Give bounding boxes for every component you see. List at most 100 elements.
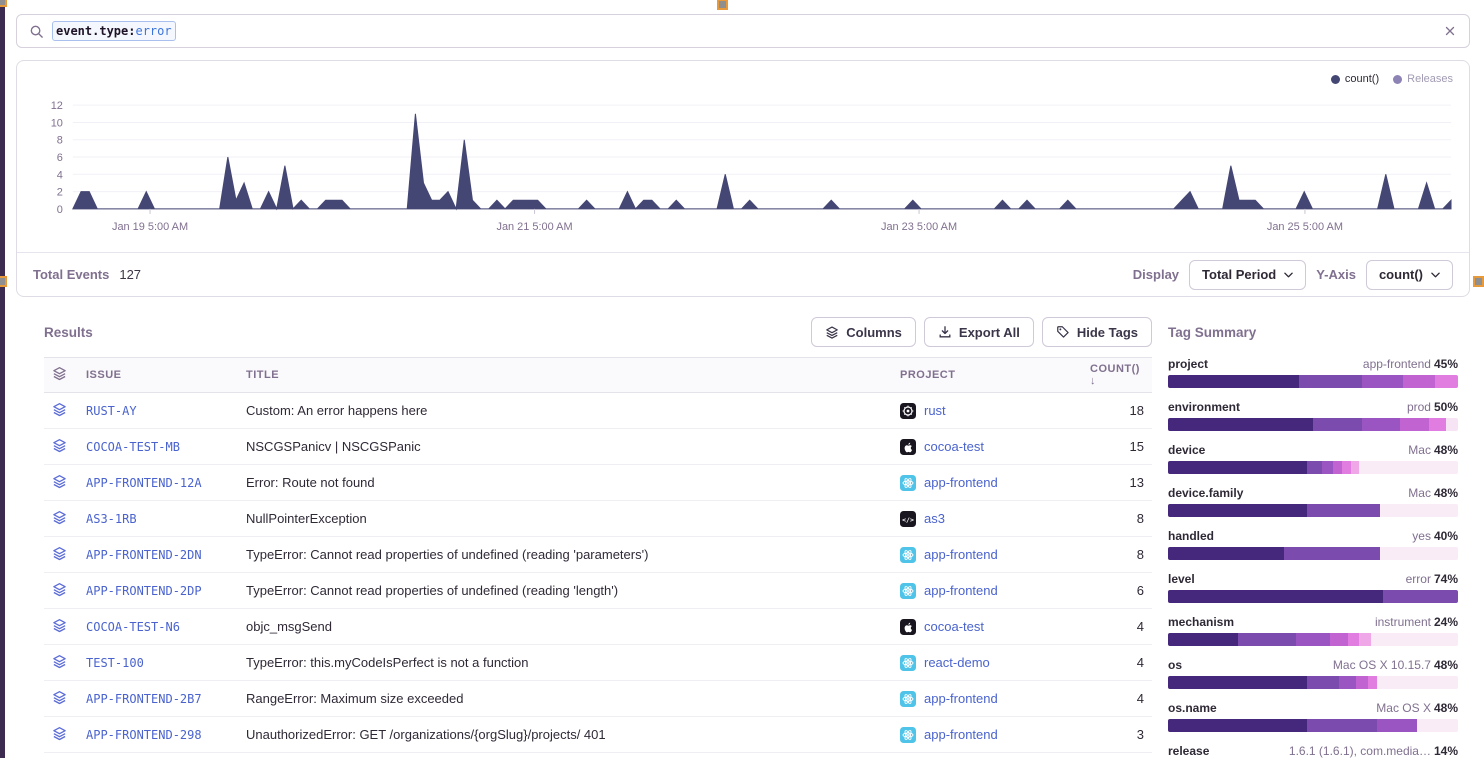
tag-bar-segment[interactable] [1168, 719, 1307, 732]
issue-stack-icon [52, 474, 67, 489]
legend-item[interactable]: Releases [1393, 73, 1453, 85]
tag-distribution-bar[interactable] [1168, 676, 1458, 689]
tag-bar-segment[interactable] [1296, 633, 1331, 646]
search-query-token[interactable]: event.type:error [52, 21, 176, 41]
tag-bar-segment[interactable] [1330, 633, 1347, 646]
issue-link[interactable]: APP-FRONTEND-298 [86, 728, 202, 742]
tag-bar-segment[interactable] [1380, 504, 1458, 517]
tag-bar-segment[interactable] [1371, 633, 1458, 646]
tag-bar-segment[interactable] [1307, 676, 1339, 689]
tag-bar-segment[interactable] [1322, 461, 1334, 474]
tag-bar-segment[interactable] [1417, 719, 1458, 732]
issue-stack-icon [52, 582, 67, 597]
tag-bar-segment[interactable] [1307, 504, 1380, 517]
tag-bar-segment[interactable] [1168, 461, 1307, 474]
issue-link[interactable]: AS3-1RB [86, 512, 137, 526]
tag-bar-segment[interactable] [1168, 547, 1284, 560]
selection-handle-left-middle[interactable] [0, 276, 7, 287]
tag-bar-segment[interactable] [1168, 504, 1307, 517]
yaxis-label: Y-Axis [1316, 267, 1356, 282]
tag-bar-segment[interactable] [1446, 418, 1458, 431]
tag-bar-segment[interactable] [1359, 461, 1458, 474]
tag-bar-segment[interactable] [1168, 633, 1238, 646]
tag-distribution-bar[interactable] [1168, 633, 1458, 646]
tag-distribution-bar[interactable] [1168, 547, 1458, 560]
react-icon [900, 583, 916, 599]
tag-bar-segment[interactable] [1400, 418, 1429, 431]
column-header-title[interactable]: TITLE [238, 357, 892, 393]
project-link[interactable]: app-frontend [924, 547, 998, 562]
project-link[interactable]: cocoa-test [924, 619, 984, 634]
tag-percent: 40% [1434, 529, 1458, 543]
search-bar[interactable]: event.type:error [16, 14, 1470, 48]
tag-bar-segment[interactable] [1429, 418, 1446, 431]
tag-bar-segment[interactable] [1299, 375, 1363, 388]
tag-bar-segment[interactable] [1168, 375, 1299, 388]
tag-distribution-bar[interactable] [1168, 461, 1458, 474]
tag-bar-segment[interactable] [1356, 676, 1368, 689]
selection-handle-right-middle[interactable] [1473, 276, 1484, 287]
column-header-project[interactable]: PROJECT [892, 357, 1082, 393]
issue-link[interactable]: APP-FRONTEND-2B7 [86, 692, 202, 706]
legend-item[interactable]: count() [1331, 73, 1379, 85]
issue-link[interactable]: TEST-100 [86, 656, 144, 670]
tag-bar-segment[interactable] [1377, 719, 1418, 732]
project-link[interactable]: app-frontend [924, 583, 998, 598]
selection-handle-top-left[interactable] [0, 0, 7, 7]
tag-distribution-bar[interactable] [1168, 375, 1458, 388]
project-link[interactable]: app-frontend [924, 727, 998, 742]
tag-bar-segment[interactable] [1333, 461, 1342, 474]
display-dropdown[interactable]: Total Period [1189, 260, 1306, 290]
tag-bar-segment[interactable] [1348, 633, 1360, 646]
issue-link[interactable]: APP-FRONTEND-2DN [86, 548, 202, 562]
app-sidebar-edge [0, 0, 5, 758]
issue-link[interactable]: APP-FRONTEND-12A [86, 476, 202, 490]
tag-bar-segment[interactable] [1383, 590, 1458, 603]
clear-search-icon[interactable] [1443, 24, 1457, 38]
tag-bar-segment[interactable] [1284, 547, 1380, 560]
column-header-count[interactable]: COUNT() ↓ [1082, 357, 1152, 393]
tag-distribution-bar[interactable] [1168, 504, 1458, 517]
chart-footer: Total Events 127 Display Total Period Y-… [17, 252, 1469, 296]
tag-bar-segment[interactable] [1435, 375, 1458, 388]
issue-link[interactable]: RUST-AY [86, 404, 137, 418]
project-link[interactable]: as3 [924, 511, 945, 526]
tag-bar-segment[interactable] [1307, 461, 1322, 474]
tag-bar-segment[interactable] [1238, 633, 1296, 646]
tag-bar-segment[interactable] [1377, 676, 1458, 689]
column-header-issue[interactable]: ISSUE [78, 357, 238, 393]
count-value: 4 [1082, 681, 1152, 717]
tag-bar-segment[interactable] [1339, 676, 1356, 689]
tag-distribution-bar[interactable] [1168, 719, 1458, 732]
project-link[interactable]: cocoa-test [924, 439, 984, 454]
issue-link[interactable]: COCOA-TEST-MB [86, 440, 180, 454]
tag-bar-segment[interactable] [1403, 375, 1435, 388]
yaxis-dropdown[interactable]: count() [1366, 260, 1453, 290]
project-link[interactable]: app-frontend [924, 691, 998, 706]
tag-distribution-bar[interactable] [1168, 418, 1458, 431]
tag-bar-segment[interactable] [1362, 418, 1400, 431]
project-link[interactable]: react-demo [924, 655, 990, 670]
tag-bar-segment[interactable] [1359, 633, 1371, 646]
export-all-button[interactable]: Export All [924, 317, 1034, 347]
tag-distribution-bar[interactable] [1168, 590, 1458, 603]
tag-bar-segment[interactable] [1380, 547, 1458, 560]
hide-tags-button[interactable]: Hide Tags [1042, 317, 1152, 347]
tag-bar-segment[interactable] [1342, 461, 1351, 474]
issue-link[interactable]: APP-FRONTEND-2DP [86, 584, 202, 598]
columns-button[interactable]: Columns [811, 317, 916, 347]
tag-bar-segment[interactable] [1362, 375, 1403, 388]
tag-bar-segment[interactable] [1368, 676, 1377, 689]
tag-percent: 48% [1434, 658, 1458, 672]
tag-bar-segment[interactable] [1168, 590, 1383, 603]
tag-bar-segment[interactable] [1351, 461, 1360, 474]
project-link[interactable]: app-frontend [924, 475, 998, 490]
tag-bar-segment[interactable] [1168, 676, 1307, 689]
selection-handle-top-center[interactable] [717, 0, 728, 10]
tag-bar-segment[interactable] [1307, 719, 1377, 732]
tag-bar-segment[interactable] [1313, 418, 1362, 431]
events-chart[interactable]: 024681012Jan 19 5:00 AMJan 21 5:00 AMJan… [17, 61, 1469, 246]
project-link[interactable]: rust [924, 403, 946, 418]
issue-link[interactable]: COCOA-TEST-N6 [86, 620, 180, 634]
tag-bar-segment[interactable] [1168, 418, 1313, 431]
